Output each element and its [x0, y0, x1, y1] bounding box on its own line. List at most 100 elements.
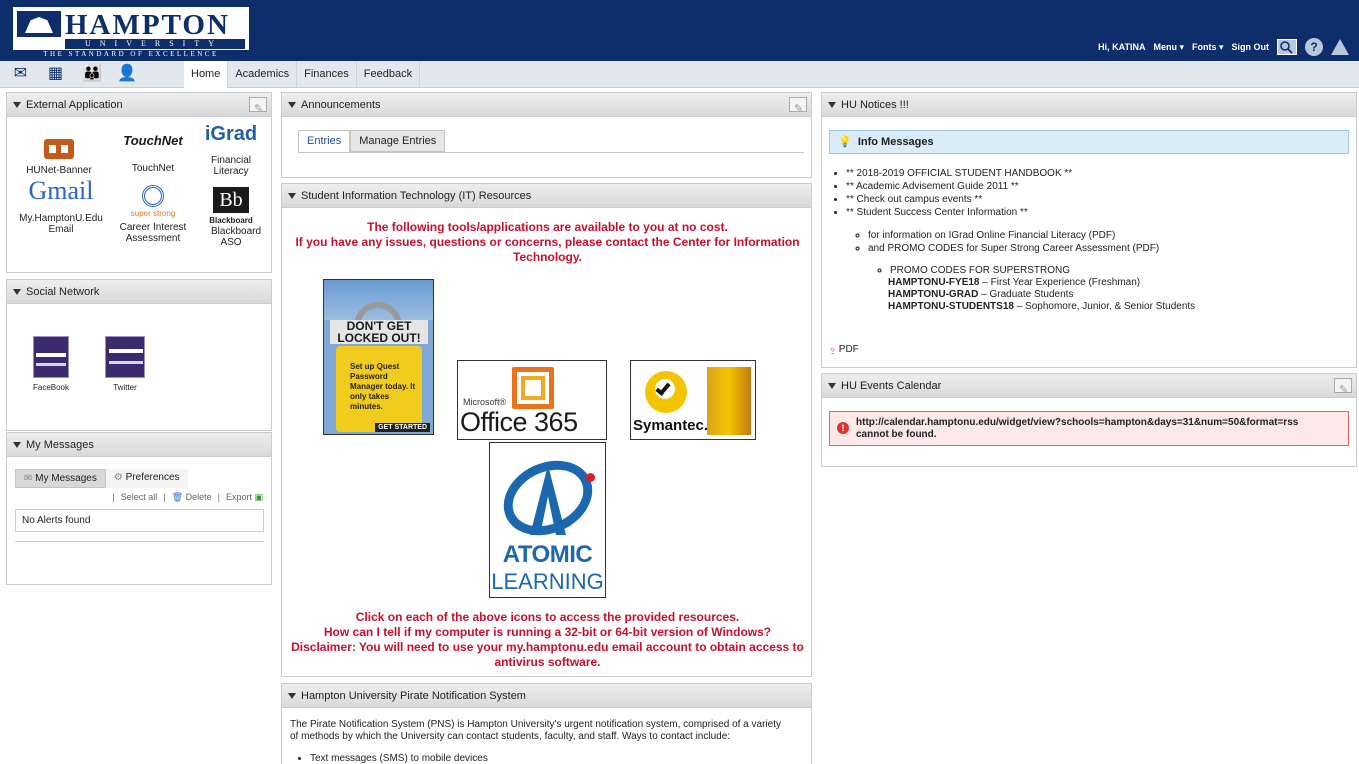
tab-entries[interactable]: Entries: [298, 130, 351, 152]
symantec-tile[interactable]: Symantec.: [630, 360, 756, 440]
calendar-icon[interactable]: ▦: [47, 65, 64, 82]
advisement-link[interactable]: ** Academic Advisement Guide 2011 **: [846, 180, 1072, 193]
symantec-check-icon: [645, 371, 687, 413]
get-started-button[interactable]: GET STARTED: [375, 423, 430, 432]
igrad-pdf-link[interactable]: for information on IGrad Online Financia…: [868, 229, 1159, 242]
collapse-icon[interactable]: [288, 693, 296, 700]
pns-list: Text messages (SMS) to mobile devices: [310, 753, 488, 764]
touchnet-logo: TouchNet: [123, 133, 183, 148]
collapse-icon[interactable]: [13, 442, 21, 449]
pdf-label: PDF: [838, 344, 859, 355]
announcement-tabs: Entries Manage Entries: [298, 130, 446, 152]
tab-my-messages[interactable]: ✉ My Messages: [15, 469, 106, 488]
pdf-link[interactable]: ⍚ PDF: [830, 344, 859, 355]
promo-desc: – First Year Experience (Freshman): [979, 277, 1141, 288]
tab-academics[interactable]: Academics: [228, 61, 298, 88]
social-facebook[interactable]: FaceBook: [29, 336, 73, 393]
app-label: Financial Literacy: [210, 155, 252, 177]
atomic-orbit-icon: [491, 446, 605, 550]
menu-dropdown[interactable]: Menu ▾: [1153, 42, 1184, 53]
app-label: Blackboard ASO: [211, 226, 262, 248]
edit-icon[interactable]: [1334, 378, 1352, 402]
app-financial-literacy[interactable]: iGrad Financial Literacy: [199, 123, 263, 177]
edit-icon[interactable]: [249, 97, 267, 121]
promo-desc: – Sophomore, Junior, & Senior Students: [1013, 301, 1196, 312]
search-icon[interactable]: [1277, 39, 1297, 55]
crest-icon: [17, 11, 61, 37]
app-blackboard[interactable]: Bb Blackboard Blackboard ASO: [199, 187, 263, 248]
social-twitter[interactable]: Twitter: [103, 336, 147, 393]
office-small: Microsoft®: [463, 397, 507, 407]
promo-codes: HAMPTONU-FYE18 – First Year Experience (…: [876, 277, 1195, 313]
atomic-learning-tile[interactable]: ATOMIC LEARNING: [489, 442, 606, 598]
panel-title: HU Notices !!!: [841, 99, 909, 111]
panel-header: HU Events Calendar: [822, 374, 1356, 402]
panel-header: Hampton University Pirate Notification S…: [282, 684, 811, 708]
handbook-link[interactable]: ** 2018-2019 OFFICIAL STUDENT HANDBOOK *…: [846, 167, 1072, 180]
delete-link[interactable]: 🗑 Delete: [172, 492, 212, 503]
app-career-interest[interactable]: super strong Career Interest Assessment: [115, 185, 191, 244]
tab-preferences[interactable]: ⚙ Preferences: [105, 469, 188, 488]
panel-header: Social Network: [7, 280, 271, 304]
tab-feedback[interactable]: Feedback: [357, 61, 421, 88]
quest-password-tile[interactable]: DON'T GET LOCKED OUT! Set up Quest Passw…: [323, 279, 434, 435]
export-icon: ▣: [254, 492, 263, 502]
panel-title: Student Information Technology (IT) Reso…: [301, 190, 532, 202]
notices-sublist: for information on IGrad Online Financia…: [854, 229, 1159, 255]
campus-events-link[interactable]: ** Check out campus events **: [846, 193, 1072, 206]
collapse-icon[interactable]: [828, 383, 836, 390]
alerts-list: No Alerts found: [15, 509, 264, 532]
panel-title: My Messages: [26, 439, 94, 451]
groups-icon[interactable]: 👪: [82, 65, 102, 82]
tab-finances[interactable]: Finances: [297, 61, 357, 88]
social-label: FaceBook: [32, 383, 70, 392]
envelope-icon: ✉: [24, 473, 36, 484]
office365-tile[interactable]: Microsoft® Office 365: [457, 360, 607, 440]
mail-icon[interactable]: ✉: [12, 65, 29, 82]
promo-code: HAMPTONU-STUDENTS18: [888, 301, 1014, 312]
promo-pdf-link[interactable]: and PROMO CODES for Super Strong Career …: [868, 242, 1159, 255]
app-label: HUNet-Banner: [26, 165, 92, 176]
collapse-icon[interactable]: [288, 102, 296, 109]
collapse-icon[interactable]: [13, 102, 21, 109]
lock-title: DON'T GET LOCKED OUT!: [330, 320, 428, 344]
learning-word: LEARNING: [491, 569, 604, 594]
signout-link[interactable]: Sign Out: [1232, 42, 1270, 52]
it-outro: Click on each of the above icons to acce…: [290, 610, 805, 670]
windows-bit-link[interactable]: How can I tell if my computer is running…: [290, 625, 805, 640]
separator: |: [217, 492, 220, 502]
list-item: Text messages (SMS) to mobile devices: [310, 753, 488, 764]
promo-code-row: HAMPTONU-GRAD – Graduate Students: [888, 289, 1195, 301]
export-link[interactable]: Export ▣: [226, 492, 263, 503]
events-error: ! http://calendar.hamptonu.edu/widget/vi…: [829, 411, 1349, 446]
tab-manage-entries[interactable]: Manage Entries: [350, 130, 446, 152]
edit-icon[interactable]: [789, 97, 807, 121]
help-icon[interactable]: ?: [1305, 38, 1323, 56]
hampton-logo[interactable]: HAMPTON UNIVERSITY THE STANDARD OF EXCEL…: [12, 6, 250, 58]
fonts-dropdown[interactable]: Fonts ▾: [1192, 42, 1224, 53]
collapse-icon[interactable]: [288, 193, 296, 200]
hu-notices-panel: HU Notices !!! 💡 Info Messages ** 2018-2…: [821, 92, 1357, 368]
intro-line: If you have any issues, questions or con…: [295, 235, 800, 264]
app-hunet-banner[interactable]: HUNet-Banner: [17, 139, 101, 176]
trash-icon: 🗑: [171, 492, 184, 502]
social-label: Twitter: [113, 383, 137, 392]
add-user-icon[interactable]: 👤: [117, 65, 137, 82]
tab-home[interactable]: Home: [184, 61, 229, 88]
app-gmail[interactable]: Gmail My.HamptonU.Edu Email: [15, 178, 107, 236]
notices-list: ** 2018-2019 OFFICIAL STUDENT HANDBOOK *…: [832, 167, 1072, 219]
promo-code-row: HAMPTONU-FYE18 – First Year Experience (…: [888, 277, 1195, 289]
igrad-logo: iGrad: [204, 123, 258, 145]
panel-header: My Messages: [7, 433, 271, 457]
greeting: Hi, KATINA: [1098, 42, 1146, 52]
banner-icon: [44, 139, 74, 159]
it-intro: The following tools/applications are ava…: [290, 220, 805, 265]
collapse-icon[interactable]: [13, 289, 21, 296]
app-touchnet[interactable]: TouchNet TouchNet: [115, 133, 191, 174]
success-center-link[interactable]: ** Student Success Center Information **: [846, 206, 1072, 219]
collapse-icon[interactable]: [828, 102, 836, 109]
alert-icon[interactable]: [1331, 39, 1349, 55]
lightbulb-icon: 💡: [838, 136, 852, 148]
app-label: Career Interest Assessment: [119, 222, 187, 244]
select-all-link[interactable]: Select all: [121, 492, 158, 503]
